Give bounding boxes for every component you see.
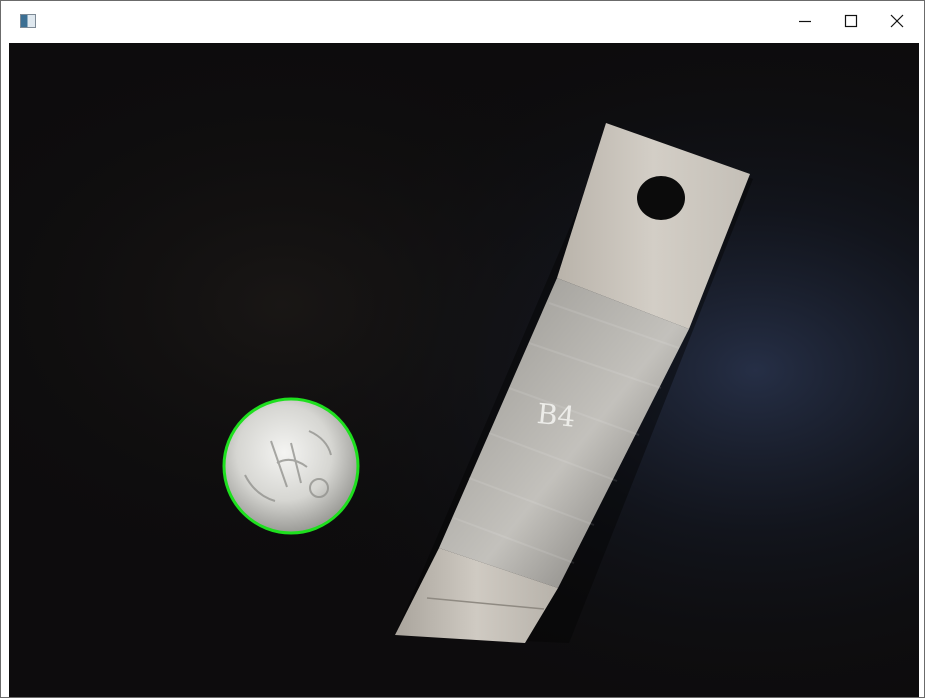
engraved-label: B4: [535, 397, 577, 434]
minimize-icon: [799, 20, 811, 23]
image-window: B4: [0, 0, 925, 698]
minimize-button[interactable]: [782, 1, 828, 41]
app-icon: [20, 14, 36, 28]
image-canvas: B4: [9, 43, 919, 697]
photo: B4: [9, 43, 919, 697]
maximize-button[interactable]: [828, 1, 874, 41]
title-bar[interactable]: [1, 1, 924, 43]
maximize-icon: [844, 14, 858, 28]
close-button[interactable]: [874, 1, 920, 41]
close-icon: [890, 14, 904, 28]
coin: [222, 397, 360, 535]
specimen-hole: [637, 176, 685, 220]
